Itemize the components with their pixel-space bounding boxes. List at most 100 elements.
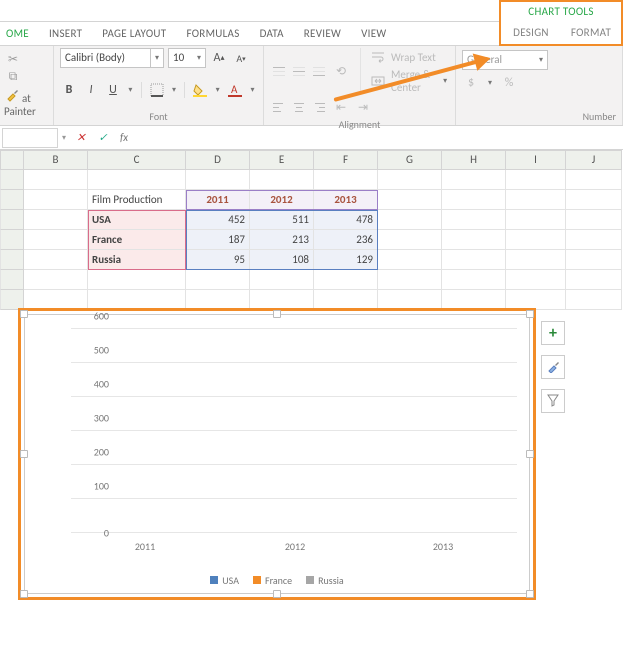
chevron-down-icon: ▾ xyxy=(193,49,205,67)
chart-plot-area[interactable]: 0 100 200 300 400 500 600 xyxy=(24,314,530,594)
embedded-chart[interactable]: 0 100 200 300 400 500 600 xyxy=(18,308,536,600)
cell-france-2012[interactable]: 213 xyxy=(250,230,314,250)
tab-data[interactable]: DATA xyxy=(250,27,294,40)
cell-russia-2013[interactable]: 129 xyxy=(314,250,378,270)
worksheet[interactable]: B C D E F G H I J Film Production 2011 2… xyxy=(0,150,623,310)
chevron-down-icon: ▾ xyxy=(126,81,135,99)
chevron-down-icon: ▾ xyxy=(213,81,222,99)
cell-usa-2013[interactable]: 478 xyxy=(314,210,378,230)
x-tick-2012: 2012 xyxy=(285,540,305,553)
font-size-value: 10 xyxy=(169,49,193,67)
increase-indent-button[interactable]: ⇥ xyxy=(354,98,372,116)
font-size-combo[interactable]: 10 ▾ xyxy=(168,48,206,68)
chevron-down-icon: ▾ xyxy=(58,133,70,143)
x-tick-2011: 2011 xyxy=(135,540,155,553)
orientation-button[interactable]: ⟲ xyxy=(332,62,350,80)
chevron-down-icon: ▾ xyxy=(248,81,257,99)
col-header-E[interactable]: E xyxy=(250,150,314,170)
copy-icon: ⧉ xyxy=(4,68,22,86)
enter-formula-button[interactable]: ✓ xyxy=(92,131,114,144)
ribbon-group-alignment: ⟲ Wrap Text Merge & Center ▾ xyxy=(264,46,456,125)
cell-france-2013[interactable]: 236 xyxy=(314,230,378,250)
chevron-down-icon: ▾ xyxy=(484,74,496,92)
chart-side-buttons: + xyxy=(541,321,565,413)
fill-color-button[interactable] xyxy=(191,81,209,99)
cancel-formula-button[interactable]: ✕ xyxy=(70,131,92,144)
legend-swatch-russia xyxy=(306,576,314,584)
tab-page-layout[interactable]: PAGE LAYOUT xyxy=(92,27,176,40)
col-header-G[interactable]: G xyxy=(378,150,442,170)
year-2013-header[interactable]: 2013 xyxy=(314,190,378,210)
cell-usa-2011[interactable]: 452 xyxy=(186,210,250,230)
chevron-down-icon: ▾ xyxy=(151,49,163,67)
decrease-font-button[interactable]: A▾ xyxy=(232,49,250,67)
row-label-usa[interactable]: USA xyxy=(88,210,186,230)
clipboard-group-label xyxy=(0,118,53,133)
chevron-down-icon: ▾ xyxy=(441,72,449,90)
percent-button[interactable]: % xyxy=(500,74,518,92)
col-header-F[interactable]: F xyxy=(314,150,378,170)
underline-button[interactable]: U xyxy=(104,81,122,99)
funnel-icon xyxy=(546,393,560,410)
fx-icon[interactable]: fx xyxy=(114,131,134,144)
tab-insert[interactable]: INSERT xyxy=(39,27,92,40)
wrap-text-label: Wrap Text xyxy=(391,51,436,64)
chart-tools-tabs: DESIGN FORMAT xyxy=(499,22,623,46)
legend-item-usa: USA xyxy=(210,574,239,587)
y-tick-600: 600 xyxy=(81,310,109,323)
legend-item-france: France xyxy=(253,574,292,587)
tab-view[interactable]: VIEW xyxy=(351,27,396,40)
col-header-B[interactable]: B xyxy=(24,150,88,170)
plus-icon: + xyxy=(549,324,557,343)
increase-font-button[interactable]: A▴ xyxy=(210,49,228,67)
column-headers: B C D E F G H I J xyxy=(0,150,623,170)
chart-plot: 0 100 200 300 400 500 600 xyxy=(71,329,517,533)
col-header-C[interactable]: C xyxy=(88,150,186,170)
row-label-russia[interactable]: Russia xyxy=(88,250,186,270)
legend-swatch-usa xyxy=(210,576,218,584)
svg-text:A: A xyxy=(231,83,238,96)
border-button[interactable] xyxy=(148,81,166,99)
tab-chart-format[interactable]: FORMAT xyxy=(561,22,621,44)
copy-button[interactable]: ⧉ xyxy=(4,68,49,86)
format-painter-button[interactable]: at Painter xyxy=(4,86,49,118)
col-header-D[interactable]: D xyxy=(186,150,250,170)
cell-russia-2012[interactable]: 108 xyxy=(250,250,314,270)
align-middle-button[interactable] xyxy=(290,62,308,80)
font-color-button[interactable]: A xyxy=(226,81,244,99)
chart-elements-button[interactable]: + xyxy=(541,321,565,345)
title-bar: CHART TOOLS xyxy=(0,0,623,22)
bold-button[interactable]: B xyxy=(60,81,78,99)
ribbon: ✂ ⧉ at Painter Calibri (Body) ▾ 10 ▾ A▴ … xyxy=(0,46,623,126)
align-bottom-button[interactable] xyxy=(310,62,328,80)
col-header-H[interactable]: H xyxy=(442,150,506,170)
tab-chart-design[interactable]: DESIGN xyxy=(501,22,561,44)
align-left-button[interactable] xyxy=(270,98,288,116)
table-title-cell[interactable]: Film Production xyxy=(88,190,186,210)
year-2011-header[interactable]: 2011 xyxy=(186,190,250,210)
alignment-group-label: Alignment xyxy=(264,118,455,133)
currency-button[interactable]: $ xyxy=(462,74,480,92)
tab-review[interactable]: REVIEW xyxy=(294,27,351,40)
col-header-J[interactable]: J xyxy=(566,150,622,170)
cell-france-2011[interactable]: 187 xyxy=(186,230,250,250)
align-right-button[interactable] xyxy=(310,98,328,116)
italic-button[interactable]: I xyxy=(82,81,100,99)
legend-swatch-france xyxy=(253,576,261,584)
year-2012-header[interactable]: 2012 xyxy=(250,190,314,210)
align-center-button[interactable] xyxy=(290,98,308,116)
chart-filters-button[interactable] xyxy=(541,389,565,413)
chart-styles-button[interactable] xyxy=(541,355,565,379)
cut-button[interactable]: ✂ xyxy=(4,50,49,68)
cell-russia-2011[interactable]: 95 xyxy=(186,250,250,270)
wrap-text-button[interactable]: Wrap Text xyxy=(369,48,449,66)
col-header-I[interactable]: I xyxy=(506,150,566,170)
row-label-france[interactable]: France xyxy=(88,230,186,250)
x-tick-2013: 2013 xyxy=(433,540,453,553)
cell-usa-2012[interactable]: 511 xyxy=(250,210,314,230)
align-top-button[interactable] xyxy=(270,62,288,80)
tab-home[interactable]: OME xyxy=(0,27,39,40)
ribbon-group-clipboard: ✂ ⧉ at Painter xyxy=(0,46,54,125)
tab-formulas[interactable]: FORMULAS xyxy=(176,27,249,40)
font-name-combo[interactable]: Calibri (Body) ▾ xyxy=(60,48,164,68)
